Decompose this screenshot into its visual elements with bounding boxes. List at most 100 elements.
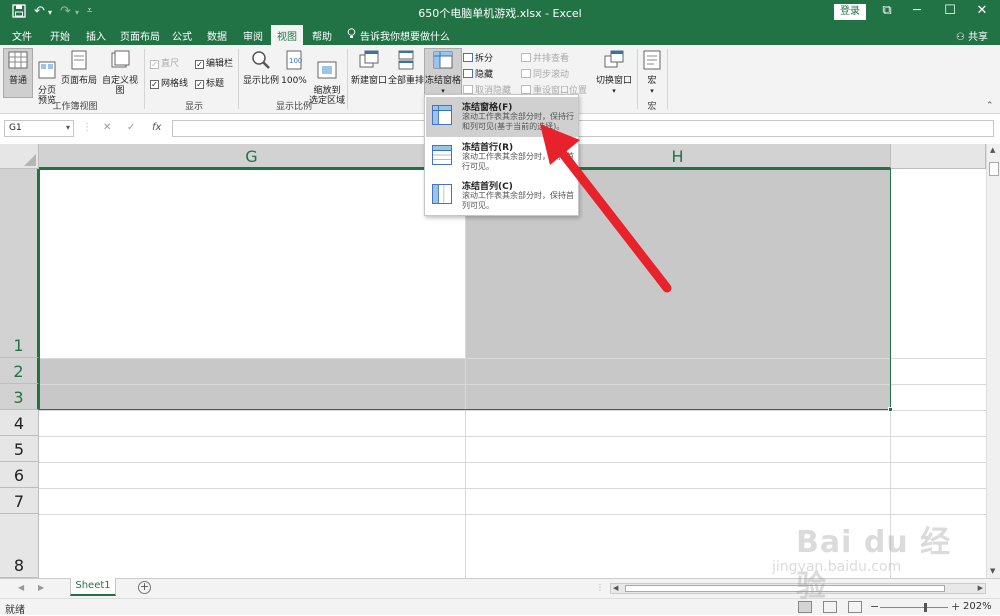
collapse-ribbon-icon[interactable]: ⌃ [986, 101, 994, 111]
group-workbook-views: 工作簿视图 [52, 102, 98, 112]
tab-review[interactable]: 审阅 [243, 28, 263, 43]
zoom-button[interactable]: 显示比例 [242, 49, 280, 86]
zoom-100-icon: 100 [286, 50, 302, 70]
normal-view-button[interactable]: 普通 [3, 48, 33, 98]
row-header-5[interactable]: 5 [0, 436, 39, 462]
normal-view-icon [8, 51, 28, 69]
menu-freeze-top-row[interactable]: 冻结首行(R) 滚动工作表其余部分时，保持首行可见。 [426, 137, 578, 177]
tell-me-icon[interactable] [347, 28, 356, 42]
group-macros: 宏 [647, 102, 657, 112]
gridlines-checkbox[interactable]: ✓ 网格线 [150, 76, 188, 89]
fill-handle[interactable] [888, 407, 893, 412]
row-divider [39, 436, 990, 437]
menu-freeze-panes-desc: 滚动工作表其余部分时，保持行和列可见(基于当前的选择)。 [462, 112, 574, 131]
row-header-8[interactable]: 8 [0, 514, 39, 578]
tab-help[interactable]: 帮助 [312, 28, 332, 43]
arrange-all-button[interactable]: 全部重排 [388, 49, 424, 86]
scroll-up-icon[interactable]: ▲ [990, 146, 995, 154]
name-box[interactable]: G1 ▾ [4, 120, 74, 137]
sync-scroll-button[interactable]: 同步滚动 [521, 67, 569, 80]
name-box-dropdown-icon[interactable]: ▾ [66, 123, 70, 132]
row-header-6[interactable]: 6 [0, 462, 39, 488]
zoom-slider[interactable] [880, 607, 948, 608]
zoom-100-button[interactable]: 100 100% [281, 49, 307, 86]
minimize-icon[interactable]: ─ [907, 3, 927, 18]
group-separator [637, 49, 638, 109]
group-show: 显示 [184, 102, 203, 112]
sheet-tab-sheet1[interactable]: Sheet1 [70, 578, 116, 596]
tell-me-search[interactable]: 告诉我你想要做什么 [360, 28, 450, 43]
split-button[interactable]: 拆分 [463, 51, 493, 64]
ruler-label: 直尺 [161, 59, 180, 69]
macros-button[interactable]: 宏 ▾ [640, 49, 664, 96]
group-separator [144, 49, 145, 109]
tab-view[interactable]: 视图 [271, 25, 303, 45]
share-button[interactable]: ⚇ 共享 [956, 28, 988, 43]
tab-split-grip-icon[interactable]: ⋮ [596, 583, 604, 592]
split-icon [463, 53, 473, 62]
switch-windows-button[interactable]: 切换窗口 ▾ [594, 49, 634, 96]
page-break-icon [38, 61, 56, 79]
custom-views-button[interactable]: 自定义视图 [98, 49, 142, 96]
headings-checkbox[interactable]: ✓ 标题 [195, 76, 224, 89]
ribbon-display-options-icon[interactable]: ⧉ [877, 3, 897, 18]
menu-freeze-panes[interactable]: 冻结窗格(F) 滚动工作表其余部分时，保持行和列可见(基于当前的选择)。 [426, 97, 578, 137]
maximize-icon[interactable]: ☐ [940, 3, 960, 18]
formula-bar-grip-icon: ⋮ [82, 122, 92, 133]
split-label: 拆分 [475, 54, 494, 64]
scroll-down-icon[interactable]: ▼ [990, 567, 995, 575]
zoom-selection-icon [317, 61, 337, 79]
menu-freeze-first-column[interactable]: 冻结首列(C) 滚动工作表其余部分时，保持首列可见。 [426, 176, 578, 216]
add-sheet-icon[interactable]: + [138, 581, 151, 594]
close-icon[interactable]: ✕ [972, 3, 992, 18]
name-box-value: G1 [9, 123, 22, 133]
custom-views-label: 自定义视图 [101, 76, 138, 96]
column-header-next[interactable] [891, 144, 986, 169]
tab-formulas[interactable]: 公式 [172, 28, 192, 43]
new-window-label: 新建窗口 [350, 76, 387, 86]
select-all-button[interactable] [0, 144, 39, 169]
reset-position-icon [521, 85, 531, 94]
row-divider [39, 462, 990, 463]
column-header-g[interactable]: G [39, 144, 465, 169]
row-header-7[interactable]: 7 [0, 488, 39, 514]
tab-home[interactable]: 开始 [50, 28, 70, 43]
row-header-4[interactable]: 4 [0, 410, 39, 436]
vertical-scrollbar[interactable]: ▲ ▼ [986, 144, 1000, 578]
tab-file[interactable]: 文件 [12, 28, 32, 43]
ruler-checkbox[interactable]: ✓ 直尺 [150, 56, 179, 69]
page-layout-view-button[interactable]: 页面布局 [60, 49, 98, 86]
title-bar: ↶ ▾ ↷ ▾ ⩡ 650个电脑单机游戏.xlsx - Excel 登录 ⧉ ─… [0, 0, 1000, 25]
prev-sheet-icon[interactable]: ◀ [18, 583, 24, 592]
cancel-icon[interactable]: ✕ [103, 122, 111, 133]
hide-icon [463, 69, 473, 78]
next-sheet-icon[interactable]: ▶ [38, 583, 44, 592]
freeze-panes-button[interactable]: 冻结窗格 ▾ [424, 48, 462, 98]
new-window-button[interactable]: 新建窗口 [350, 49, 388, 86]
headings-label: 标题 [206, 79, 225, 89]
formula-input[interactable] [172, 120, 994, 137]
page-layout-label: 页面布局 [60, 76, 97, 86]
freeze-first-column-icon [432, 184, 452, 204]
switch-dropdown-icon: ▾ [612, 87, 616, 95]
view-side-by-side-button[interactable]: 并排查看 [521, 51, 569, 64]
row-header-3[interactable]: 3 [0, 384, 39, 410]
hide-button[interactable]: 隐藏 [463, 67, 493, 80]
freeze-top-row-icon [432, 145, 452, 165]
formula-bar-label: 编辑栏 [206, 59, 234, 69]
magnifier-icon [252, 51, 270, 69]
row-header-2[interactable]: 2 [0, 358, 39, 384]
insert-function-icon[interactable]: fx [152, 122, 161, 133]
tab-page-layout[interactable]: 页面布局 [120, 28, 160, 43]
scroll-right-icon[interactable]: ▶ [978, 584, 983, 592]
enter-icon[interactable]: ✓ [127, 122, 135, 133]
vertical-scroll-thumb[interactable] [989, 162, 999, 176]
row-divider [39, 410, 990, 411]
login-button[interactable]: 登录 [834, 4, 866, 20]
formula-bar-checkbox[interactable]: ✓ 编辑栏 [195, 56, 233, 69]
hide-label: 隐藏 [475, 70, 494, 80]
row-header-1[interactable]: 1 [0, 169, 39, 358]
tab-data[interactable]: 数据 [207, 28, 227, 43]
tab-insert[interactable]: 插入 [86, 28, 106, 43]
scroll-left-icon[interactable]: ◀ [613, 584, 618, 592]
